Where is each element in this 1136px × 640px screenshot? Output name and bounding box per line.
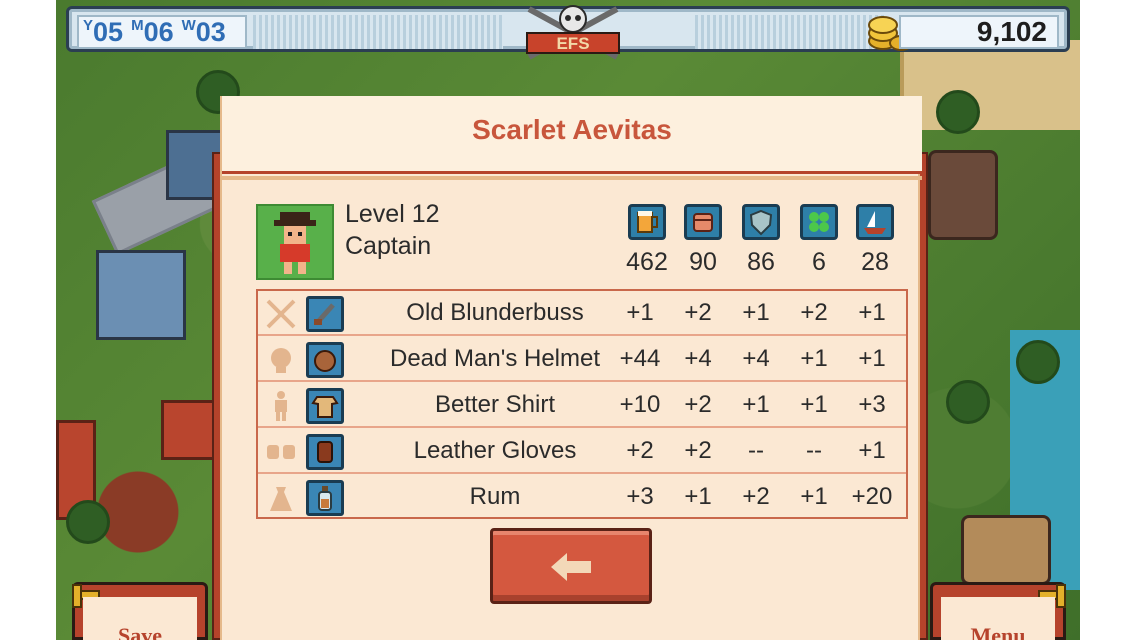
menu-label: Menu	[970, 623, 1026, 640]
item-stat: +20	[851, 483, 893, 510]
shirt-icon[interactable]	[306, 388, 344, 424]
equipment-table: Old Blunderbuss +1 +2 +1 +2 +1 Dead Man'…	[256, 289, 908, 519]
palm-tree	[946, 380, 990, 424]
item-stat: +3	[858, 391, 886, 418]
emblem-text: EFS	[556, 34, 589, 53]
hud-stripes	[253, 15, 503, 49]
crossed-swords-icon	[266, 299, 296, 329]
rum-bottle-icon[interactable]	[306, 480, 344, 516]
title-band: Scarlet Aevitas	[222, 96, 922, 174]
item-stat: +1	[858, 299, 886, 326]
gloves-icon[interactable]	[306, 434, 344, 470]
item-stat: +2	[684, 391, 712, 418]
divider	[222, 176, 922, 180]
item-stat: +2	[684, 437, 712, 464]
fist-icon	[684, 204, 722, 240]
stat-value-sailing: 28	[861, 248, 889, 276]
week-display: W03	[181, 17, 226, 47]
item-name: Rum	[469, 483, 521, 510]
item-stat: +1	[742, 299, 770, 326]
item-stat: +2	[626, 437, 654, 464]
item-stat: +4	[742, 345, 770, 372]
back-arrow-icon	[551, 553, 591, 581]
stat-value-attack: 90	[689, 248, 717, 276]
item-stat: +1	[684, 483, 712, 510]
top-hud-bar: Y05 M06 W03 EFS 9,102	[66, 5, 1070, 60]
item-name: Dead Man's Helmet	[390, 345, 600, 372]
item-stat: +4	[684, 345, 712, 372]
hands-icon	[267, 445, 295, 459]
item-stat: +1	[858, 345, 886, 372]
tree	[66, 500, 110, 544]
item-name: Leather Gloves	[413, 437, 577, 464]
stat-value-grog: 462	[626, 248, 668, 276]
equipment-row[interactable]: Rum +3 +1 +2 +1 +20	[258, 475, 906, 520]
hud-stripes	[695, 15, 885, 49]
year-display: Y05	[83, 17, 124, 47]
dialog-parchment: Scarlet Aevitas Level 12 Captain 462 90 …	[220, 96, 922, 640]
character-class: Captain	[345, 232, 432, 260]
equipment-row[interactable]: Better Shirt +10 +2 +1 +1 +3	[258, 383, 906, 428]
item-stat: --	[748, 437, 764, 464]
item-stat: +44	[619, 345, 661, 372]
item-stat: +3	[626, 483, 654, 510]
menu-button[interactable]: Menu	[930, 582, 1066, 640]
item-stat: +1	[742, 391, 770, 418]
clover-icon	[800, 204, 838, 240]
blunderbuss-icon[interactable]	[306, 296, 344, 332]
hut	[961, 515, 1051, 585]
character-level: Level 12	[345, 200, 440, 228]
head-icon	[271, 348, 291, 373]
character-name: Scarlet Aevitas	[472, 114, 672, 145]
equipment-row[interactable]: Leather Gloves +2 +2 -- -- +1	[258, 429, 906, 474]
item-name: Old Blunderbuss	[406, 299, 584, 326]
equipment-row[interactable]: Old Blunderbuss +1 +2 +1 +2 +1	[258, 291, 906, 336]
item-stat: +1	[858, 437, 886, 464]
item-stat: +1	[800, 345, 828, 372]
save-label: Save	[118, 623, 162, 640]
ship-icon	[856, 204, 894, 240]
character-equipment-dialog: Scarlet Aevitas Level 12 Captain 462 90 …	[212, 96, 928, 640]
tree	[936, 90, 980, 134]
item-stat: +1	[800, 391, 828, 418]
item-stat: +10	[619, 391, 661, 418]
item-stat: +1	[800, 483, 828, 510]
stat-value-defense: 86	[747, 248, 775, 276]
item-stat: +2	[800, 299, 828, 326]
shield-icon	[742, 204, 780, 240]
rock-mine	[928, 150, 998, 240]
equipment-row[interactable]: Dead Man's Helmet +44 +4 +4 +1 +1	[258, 337, 906, 382]
item-stat: +2	[684, 299, 712, 326]
date-display: Y05 M06 W03	[77, 15, 247, 49]
beer-mug-icon	[628, 204, 666, 240]
bag-icon	[270, 487, 292, 511]
save-button[interactable]: Save	[72, 582, 208, 640]
character-portrait	[256, 204, 334, 280]
item-stat: +1	[626, 299, 654, 326]
stat-value-luck: 6	[812, 248, 826, 276]
blue-house	[96, 250, 186, 340]
gold-amount: 9,102	[899, 15, 1059, 49]
body-icon	[275, 391, 287, 421]
helmet-icon[interactable]	[306, 342, 344, 378]
pirate-captain-avatar	[274, 212, 316, 274]
item-name: Better Shirt	[434, 391, 556, 418]
skull-crossbones-emblem: EFS	[526, 5, 620, 60]
back-button[interactable]	[490, 528, 652, 604]
item-stat: +2	[742, 483, 770, 510]
month-display: M06	[131, 17, 174, 47]
palm-tree	[1016, 340, 1060, 384]
item-stat: --	[806, 437, 822, 464]
